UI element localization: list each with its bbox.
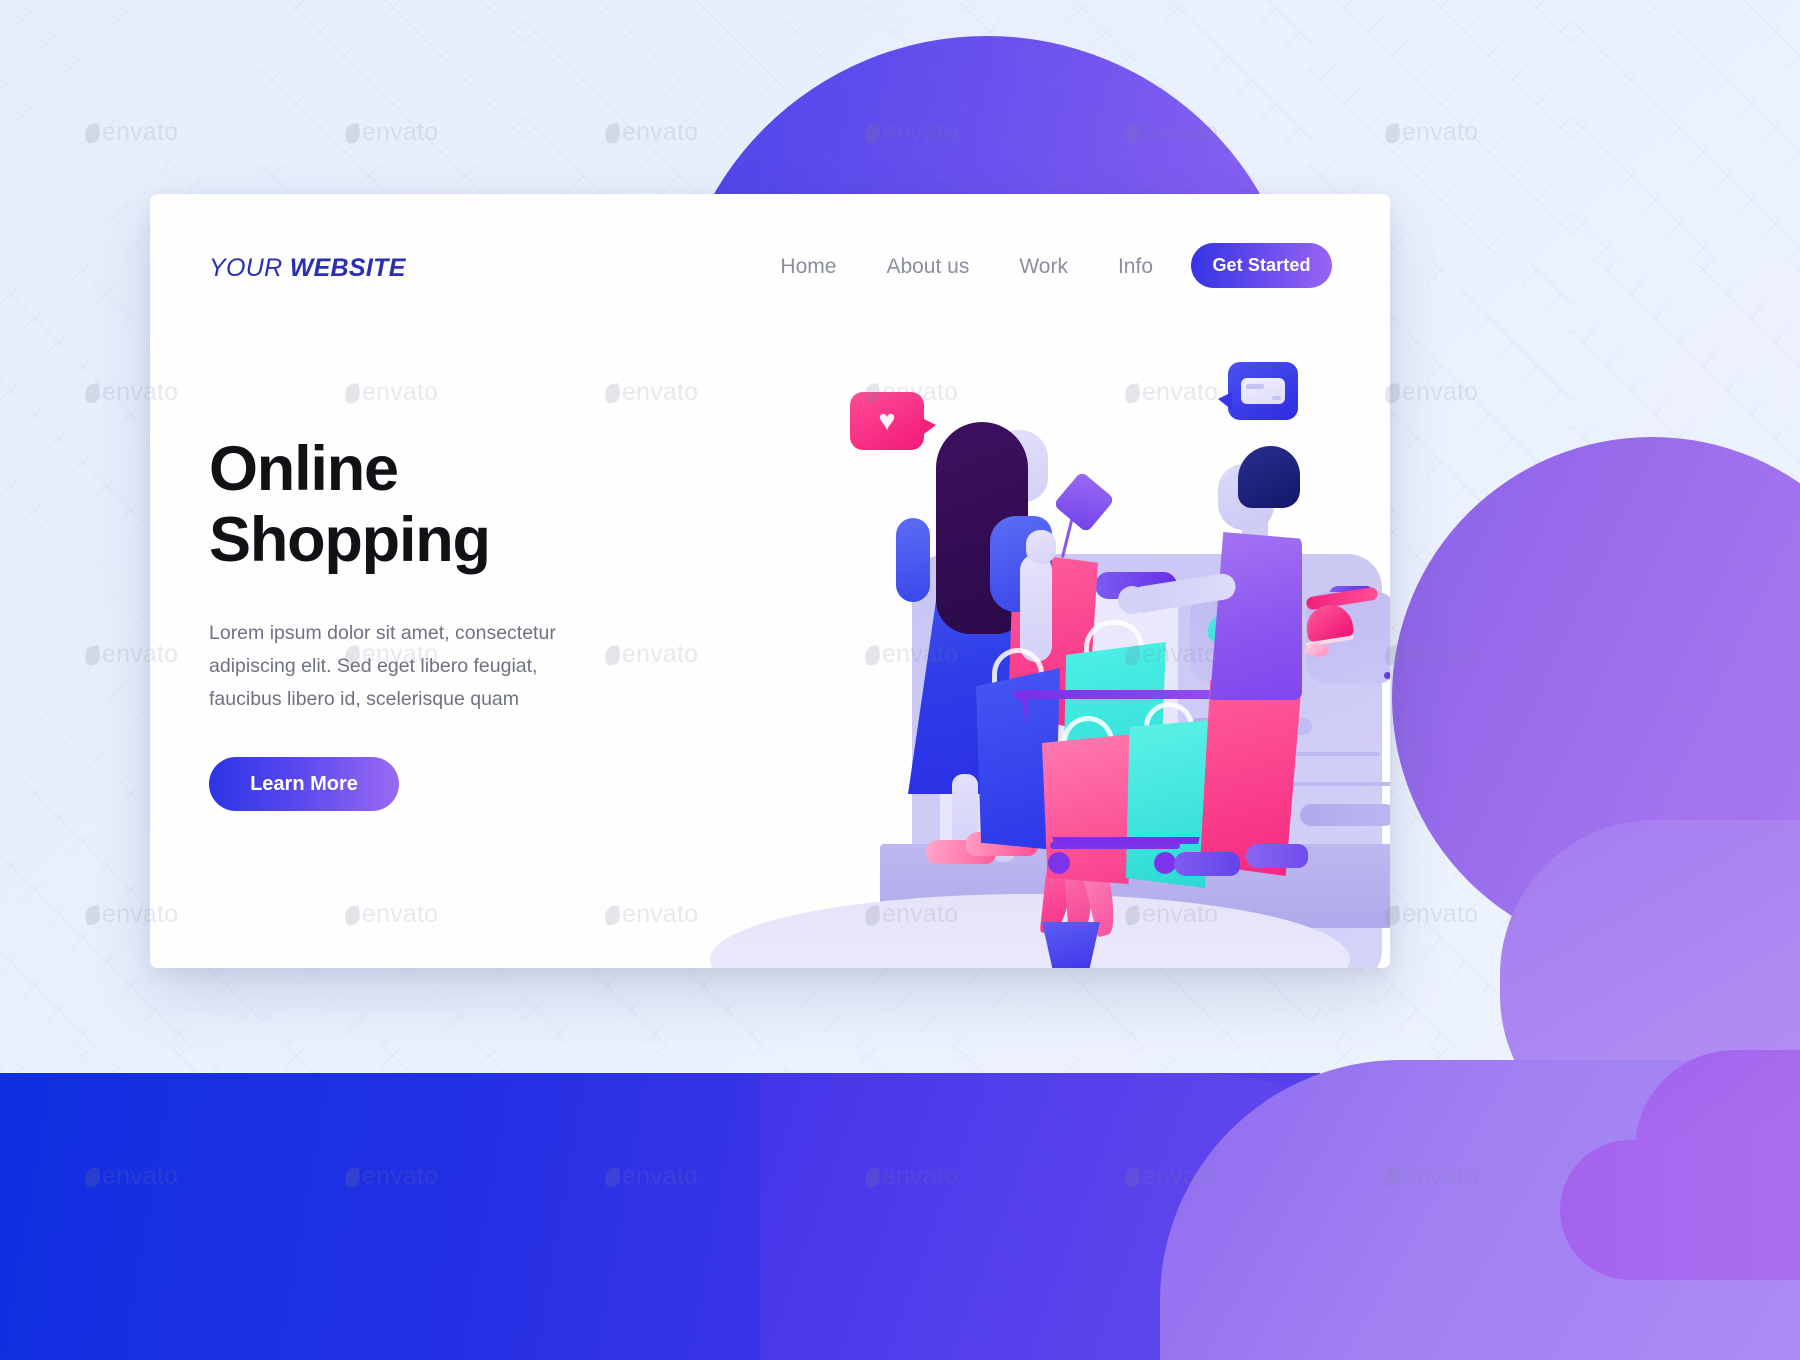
landing-page-card: YOUR WEBSITE Home About us Work Info Get…	[150, 194, 1390, 968]
price-tag-icon	[1053, 471, 1115, 533]
nav-links: Home About us Work Info	[755, 255, 1178, 279]
shopping-cart-rim	[1014, 690, 1240, 699]
product-card-hat[interactable]	[1303, 586, 1390, 684]
man-hair	[1238, 446, 1300, 508]
payment-speech-bubble	[1218, 362, 1298, 420]
hero-copy: Online Shopping Lorem ipsum dolor sit am…	[209, 434, 639, 812]
nav-link-about-us[interactable]: About us	[861, 255, 994, 279]
shopping-cart-wheel-right	[1154, 852, 1176, 874]
learn-more-button[interactable]: Learn More	[209, 757, 399, 812]
nav-link-home[interactable]: Home	[755, 255, 861, 279]
page-title: Online Shopping	[209, 434, 639, 575]
price-tag-string	[1060, 516, 1075, 558]
product-card-dot-hat	[1384, 672, 1390, 679]
heart-speech-bubble: ♥	[850, 392, 936, 450]
man-shoe-front	[1174, 852, 1240, 876]
shopping-cart-basket	[1020, 694, 1232, 844]
woman-arm	[1020, 554, 1052, 662]
credit-card-icon	[1241, 378, 1285, 404]
man-hand	[1118, 586, 1146, 614]
background-purple-accent	[1560, 1140, 1800, 1280]
woman-hand	[1026, 530, 1056, 564]
shopping-cart-wheel-left	[1048, 852, 1070, 874]
shopping-cart-axle	[1050, 842, 1180, 849]
man-shoe-back	[1246, 844, 1308, 868]
headline-line-2: Shopping	[209, 504, 491, 575]
logo-text-bold: WEBSITE	[289, 254, 406, 282]
logo-text-light: YOUR	[209, 254, 283, 282]
woman-back-arm	[896, 518, 930, 602]
heart-icon: ♥	[878, 404, 896, 437]
shopping-illustration: ♥	[690, 304, 1390, 968]
nav-link-info[interactable]: Info	[1093, 255, 1178, 279]
headline-line-1: Online	[209, 434, 399, 504]
nav-link-work[interactable]: Work	[994, 255, 1093, 279]
get-started-button[interactable]: Get Started	[1191, 243, 1332, 288]
hero-description: Lorem ipsum dolor sit amet, consectetur …	[209, 622, 556, 710]
shelf-pill-right	[1300, 804, 1390, 826]
site-logo[interactable]: YOUR WEBSITE	[209, 254, 406, 283]
